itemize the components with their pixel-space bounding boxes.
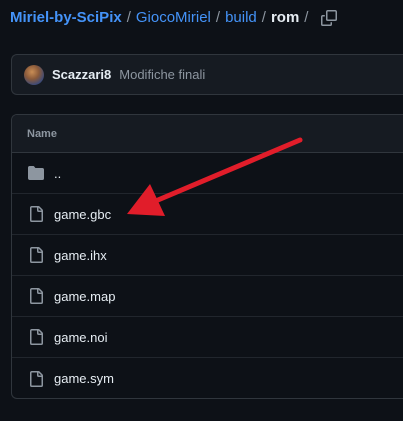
file-name[interactable]: game.sym [54, 371, 114, 386]
table-row[interactable]: game.noi [12, 317, 403, 358]
breadcrumb: Miriel-by-SciPix / GiocoMiriel / build /… [10, 8, 338, 28]
file-name[interactable]: game.map [54, 289, 115, 304]
file-icon [27, 370, 45, 388]
table-row-parent-directory[interactable]: .. [12, 153, 403, 194]
table-row[interactable]: game.gbc [12, 194, 403, 235]
commit-author[interactable]: Scazzari8 [52, 67, 111, 82]
file-icon [27, 246, 45, 264]
breadcrumb-separator: / [261, 9, 266, 26]
breadcrumb-separator: / [304, 9, 309, 26]
breadcrumb-folder-link-build[interactable]: build [225, 8, 257, 28]
breadcrumb-current: rom [270, 9, 300, 26]
file-icon [27, 328, 45, 346]
folder-icon [27, 164, 45, 182]
table-header-name: Name [12, 115, 403, 153]
table-row[interactable]: game.sym [12, 358, 403, 398]
file-table: Name .. game.gbc game.ihx game.map game.… [11, 114, 403, 399]
table-row[interactable]: game.map [12, 276, 403, 317]
file-icon [27, 205, 45, 223]
latest-commit-bar: Scazzari8 Modifiche finali [11, 54, 403, 95]
file-name[interactable]: game.gbc [54, 207, 111, 222]
copy-path-icon[interactable] [321, 10, 338, 26]
file-name[interactable]: .. [54, 166, 61, 181]
table-row[interactable]: game.ihx [12, 235, 403, 276]
avatar[interactable] [24, 64, 44, 85]
commit-message[interactable]: Modifiche finali [119, 67, 205, 82]
breadcrumb-folder-link-giocomiriel[interactable]: GiocoMiriel [136, 8, 211, 28]
file-icon [27, 287, 45, 305]
file-name[interactable]: game.noi [54, 330, 107, 345]
breadcrumb-repo-link[interactable]: Miriel-by-SciPix [10, 8, 122, 28]
file-name[interactable]: game.ihx [54, 248, 107, 263]
breadcrumb-separator: / [215, 9, 221, 26]
breadcrumb-separator: / [126, 9, 131, 26]
